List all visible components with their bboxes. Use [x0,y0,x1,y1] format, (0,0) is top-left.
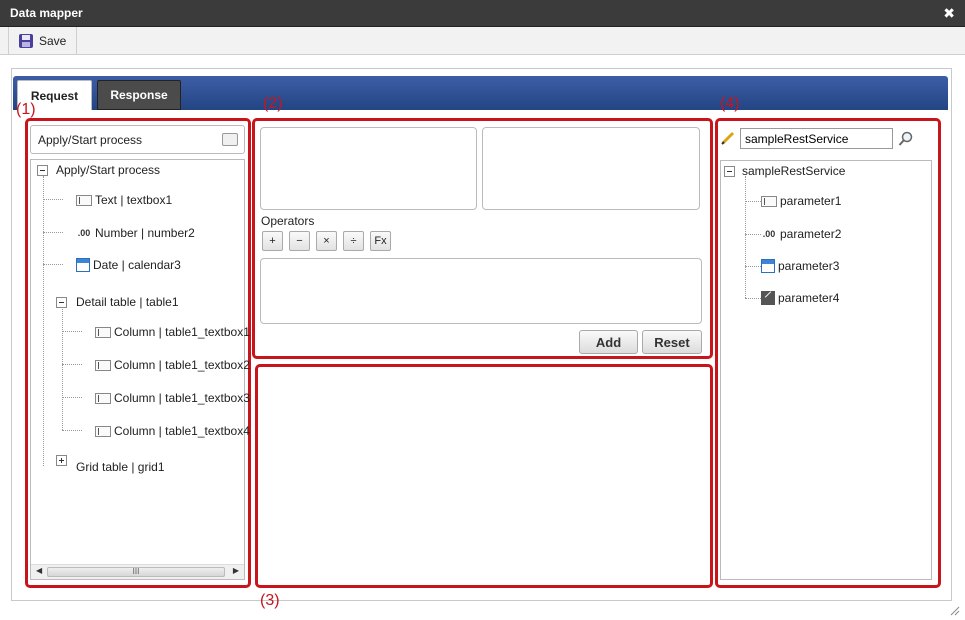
tree-item[interactable]: Column | table1_textbox3 [95,391,250,405]
tree-line [62,331,82,332]
source-header: Apply/Start process [30,125,245,154]
search-icon[interactable] [898,131,914,147]
expand-icon[interactable] [56,455,67,466]
window-titlebar: Data mapper ✖ [0,0,965,27]
scroll-thumb[interactable]: III [47,567,225,577]
target-item-label: parameter4 [778,291,840,305]
save-button[interactable]: Save [8,27,78,54]
tree-item-label: Column | table1_textbox1 [114,325,250,339]
right-operand-box[interactable] [482,127,700,210]
tree-root-label: Apply/Start process [56,163,161,177]
tree-item[interactable]: Text | textbox1 [76,193,172,207]
tree-line [43,176,44,466]
collapse-icon[interactable] [724,165,735,177]
tree-item-label: Text | textbox1 [95,193,173,207]
file-icon [761,291,775,305]
collapse-icon[interactable] [56,296,67,308]
collapse-icon[interactable] [37,164,48,176]
annotation-3: (3) [260,592,280,609]
tree-line [43,264,63,265]
text-field-icon [761,195,777,207]
function-operator-button[interactable]: Fx [370,231,391,251]
tree-line [62,430,82,431]
annotation-1: (1) [16,101,36,118]
tree-item[interactable] [56,455,67,466]
tree-item-label: Grid table | grid1 [76,460,165,474]
target-tree-root[interactable]: sampleRestService [724,164,845,178]
tab-bar: Request Response [13,76,948,110]
tree-root[interactable]: Apply/Start process [37,163,160,177]
tree-item[interactable]: Date | calendar3 [76,258,181,272]
text-field-icon [76,194,92,206]
tree-line [745,234,761,235]
tree-item-label: Column | table1_textbox3 [114,391,250,405]
reset-button[interactable]: Reset [642,330,702,354]
tree-item[interactable]: Grid table | grid1 [76,460,165,474]
tree-line [62,397,82,398]
tree-line [43,232,63,233]
tree-item-label: Column | table1_textbox4 [114,424,250,438]
tree-line [43,199,63,200]
text-field-icon [95,326,111,338]
tree-item[interactable]: Column | table1_textbox1 [95,325,250,339]
target-tree-item[interactable]: parameter3 [761,259,839,273]
tab-response[interactable]: Response [97,80,181,110]
tree-line [62,304,63,430]
tree-item-label: Detail table | table1 [76,295,179,309]
text-field-icon [95,425,111,437]
target-item-label: parameter3 [778,259,840,273]
add-button[interactable]: Add [579,330,638,354]
service-pencil-icon [721,131,735,145]
tree-line [62,364,82,365]
plus-operator-button[interactable]: + [262,231,283,251]
left-operand-box[interactable] [260,127,477,210]
target-item-label: parameter1 [780,194,842,208]
toolbar: Save [0,27,965,55]
tree-item-label: Date | calendar3 [93,258,181,272]
minus-operator-button[interactable]: − [289,231,310,251]
tree-line [745,176,746,298]
window-title: Data mapper [10,6,83,20]
expression-textarea[interactable] [260,258,702,324]
number-icon: .00 [762,229,776,239]
calendar-icon [76,258,90,272]
text-field-icon [95,392,111,404]
target-root-label: sampleRestService [742,164,846,178]
horizontal-scrollbar[interactable]: ◀ III ▶ [31,564,244,579]
target-tree-item[interactable]: parameter4 [761,291,839,305]
calendar-icon [761,259,775,273]
target-tree-item[interactable]: parameter1 [761,194,841,208]
multiply-operator-button[interactable]: × [316,231,337,251]
tree-item[interactable]: Column | table1_textbox4 [95,424,250,438]
scroll-left-icon[interactable]: ◀ [36,566,42,575]
target-tree-item[interactable]: .00 parameter2 [761,227,842,241]
tree-item-label: Number | number2 [95,226,195,240]
divide-operator-button[interactable]: ÷ [343,231,364,251]
tree-item[interactable]: Detail table | table1 [56,295,179,309]
tree-item-label: Column | table1_textbox2 [114,358,250,372]
operators-label: Operators [261,214,315,228]
text-field-icon [95,359,111,371]
close-icon[interactable]: ✖ [943,5,955,21]
annotation-4: (4) [720,95,740,112]
save-label: Save [39,33,67,48]
scroll-right-icon[interactable]: ▶ [233,566,239,575]
tree-item[interactable]: Column | table1_textbox2 [95,358,250,372]
tree-line [745,266,761,267]
target-item-label: parameter2 [780,227,842,241]
tree-line [745,201,761,202]
floppy-disk-icon [19,33,33,48]
resize-grip-icon[interactable] [950,605,960,616]
tree-line [745,298,761,299]
annotation-2: (2) [263,95,283,112]
number-icon: .00 [77,228,91,238]
target-tree[interactable] [720,160,932,580]
form-icon[interactable] [222,133,238,146]
tree-item[interactable]: .00 Number | number2 [76,226,195,240]
mapping-list-area [260,369,710,585]
service-search-input[interactable] [740,128,893,149]
source-header-label: Apply/Start process [38,133,143,147]
